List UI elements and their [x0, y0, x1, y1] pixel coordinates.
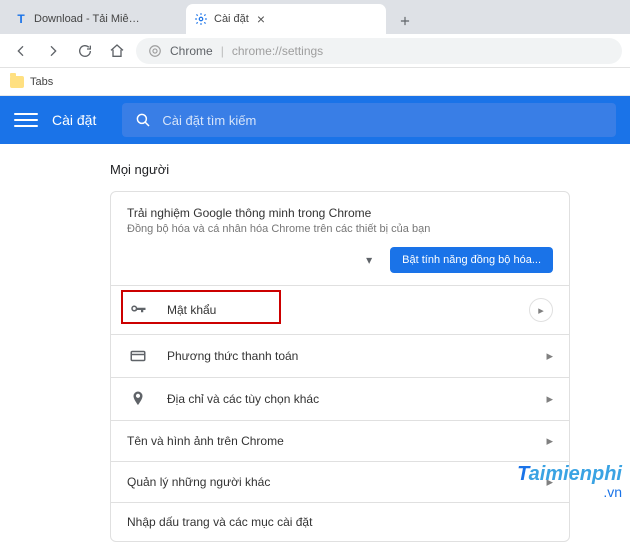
watermark: Taimienphi .vn: [517, 463, 622, 500]
chevron-down-icon[interactable]: ▾: [366, 253, 372, 267]
bookmark-label: Tabs: [30, 76, 53, 88]
chevron-right-icon: ▸: [546, 348, 553, 364]
bookmarks-bar: Tabs: [0, 68, 630, 96]
row-label: Địa chỉ và các tùy chọn khác: [167, 392, 319, 406]
row-label: Nhập dấu trang và các mục cài đặt: [127, 515, 312, 529]
key-icon: [127, 301, 149, 319]
gear-icon: [194, 12, 208, 26]
credit-card-icon: [127, 347, 149, 365]
tab-title: Cài đặt: [214, 13, 249, 25]
browser-tab[interactable]: T Download - Tải Miễn Phí VN - P: [6, 4, 186, 34]
address-bar[interactable]: Chrome | chrome://settings: [136, 38, 622, 64]
row-label: Mật khẩu: [167, 303, 216, 317]
row-label: Tên và hình ảnh trên Chrome: [127, 434, 284, 448]
url-scheme: Chrome: [170, 44, 213, 58]
row-label: Quản lý những người khác: [127, 475, 270, 489]
settings-header: Cài đặt: [0, 96, 630, 144]
url-text: chrome://settings: [232, 44, 323, 58]
tab-favicon-t-icon: T: [14, 12, 28, 26]
reload-button[interactable]: [72, 38, 98, 64]
folder-icon: [10, 76, 24, 88]
chevron-right-icon: ▸: [546, 391, 553, 407]
settings-search[interactable]: [122, 103, 616, 137]
home-button[interactable]: [104, 38, 130, 64]
row-passwords[interactable]: Mật khẩu ▸: [111, 285, 569, 334]
tab-title: Download - Tải Miễn Phí VN - P: [34, 13, 144, 25]
sync-subtitle: Đồng bộ hóa và cá nhân hóa Chrome trên c…: [127, 223, 553, 235]
row-label: Phương thức thanh toán: [167, 349, 298, 363]
row-manage-people[interactable]: Quản lý những người khác ▸: [111, 461, 569, 502]
row-payment[interactable]: Phương thức thanh toán ▸: [111, 334, 569, 377]
bookmark-folder[interactable]: Tabs: [10, 76, 53, 88]
section-title: Mọi người: [110, 162, 570, 177]
enable-sync-button[interactable]: Bật tính năng đồng bộ hóa...: [390, 247, 553, 273]
sync-row: Trải nghiệm Google thông minh trong Chro…: [111, 192, 569, 285]
settings-title: Cài đặt: [52, 112, 96, 128]
close-icon[interactable]: ×: [257, 11, 265, 27]
back-button[interactable]: [8, 38, 34, 64]
browser-tab-bar: T Download - Tải Miễn Phí VN - P Cài đặt…: [0, 0, 630, 34]
browser-tab-active[interactable]: Cài đặt ×: [186, 4, 386, 34]
settings-search-input[interactable]: [162, 113, 604, 128]
people-card: Trải nghiệm Google thông minh trong Chro…: [110, 191, 570, 542]
sync-title: Trải nghiệm Google thông minh trong Chro…: [127, 206, 553, 220]
row-import[interactable]: Nhập dấu trang và các mục cài đặt: [111, 502, 569, 541]
browser-nav-bar: Chrome | chrome://settings: [0, 34, 630, 68]
row-addresses[interactable]: Địa chỉ và các tùy chọn khác ▸: [111, 377, 569, 420]
row-name-image[interactable]: Tên và hình ảnh trên Chrome ▸: [111, 420, 569, 461]
chevron-right-icon: ▸: [546, 433, 553, 449]
menu-button[interactable]: [14, 108, 38, 132]
chevron-right-icon[interactable]: ▸: [529, 298, 553, 322]
map-pin-icon: [127, 390, 149, 408]
search-icon: [134, 111, 152, 129]
new-tab-button[interactable]: [392, 8, 418, 34]
chrome-icon: [148, 44, 162, 58]
forward-button[interactable]: [40, 38, 66, 64]
